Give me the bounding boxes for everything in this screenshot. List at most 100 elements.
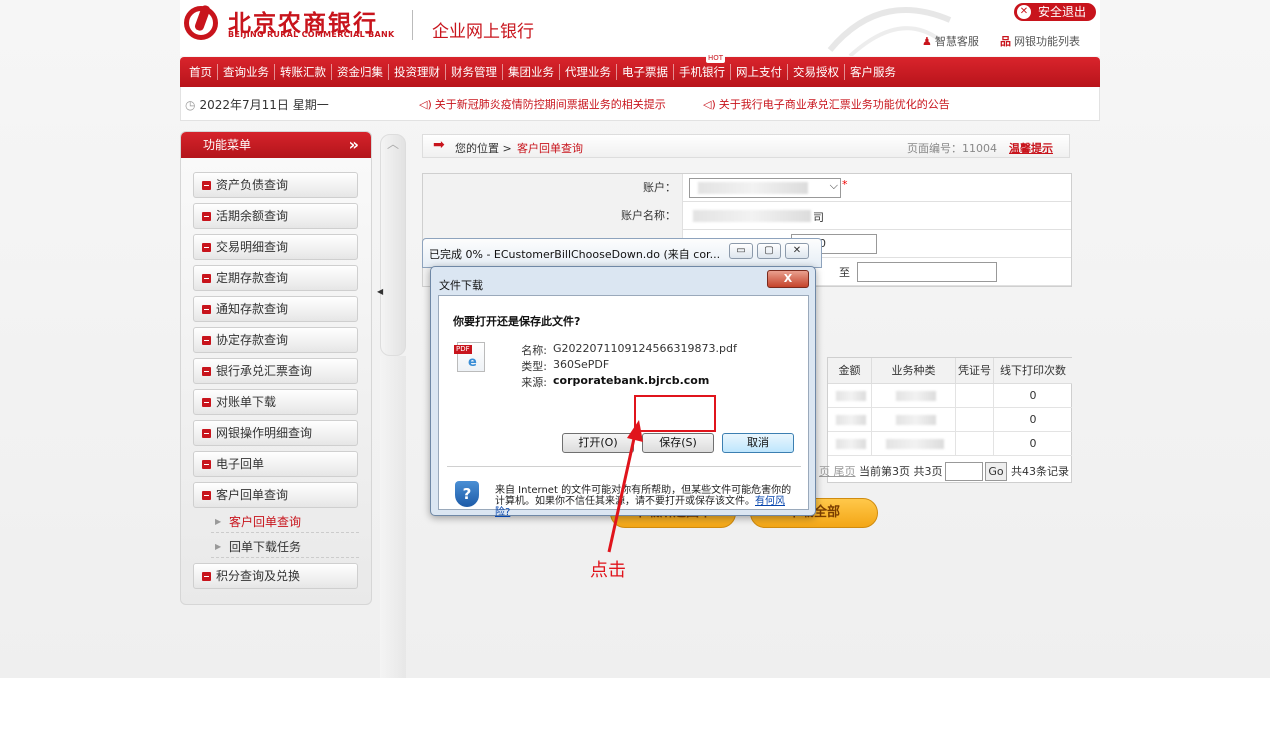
- clock-icon: ◷: [185, 98, 196, 112]
- page-header: 北京农商银行 BEIJING RURAL COMMERCIAL BANK 企业网…: [180, 0, 1100, 56]
- sidebar-item-operation-detail[interactable]: 网银操作明细查询: [193, 420, 358, 446]
- blurred-account: [698, 182, 808, 194]
- blurred-type: [886, 439, 944, 449]
- sidebar-item-points[interactable]: 积分查询及兑换: [193, 563, 358, 589]
- nav-item-group[interactable]: 集团业务: [503, 64, 560, 80]
- nav-item-finance[interactable]: 财务管理: [446, 64, 503, 80]
- collapse-square-icon: [202, 336, 211, 345]
- nav-item-online-pay[interactable]: 网上支付: [731, 64, 788, 80]
- triangle-right-icon: ▶: [215, 517, 222, 526]
- sidebar-title: 功能菜单: [203, 138, 252, 152]
- column-header-voucher-no: 凭证号: [956, 358, 994, 384]
- nav-item-mobile-label: 手机银行: [679, 65, 725, 79]
- print-count-cell: 0: [994, 384, 1072, 408]
- file-source-value: corporatebank.bjrcb.com: [553, 374, 710, 387]
- function-sidebar: 功能菜单 » 资产负债查询 活期余额查询 交易明细查询 定期存款查询 通知存款查…: [180, 131, 372, 605]
- column-header-amount: 金额: [828, 358, 872, 384]
- sidebar-item-demand-balance[interactable]: 活期余额查询: [193, 203, 358, 229]
- sidebar-item-e-receipt[interactable]: 电子回单: [193, 451, 358, 477]
- total-records: 共43条记录: [1011, 465, 1069, 478]
- sitemap-icon: 品: [1000, 35, 1011, 48]
- sidebar-item-label: 积分查询及兑换: [216, 569, 301, 583]
- collapse-square-icon: [202, 572, 211, 581]
- security-shield-icon: ?: [455, 481, 479, 507]
- nav-item-query[interactable]: 查询业务: [218, 64, 275, 80]
- sidebar-subitem-receipt-query[interactable]: ▶ 客户回单查询: [211, 511, 359, 533]
- blurred-type: [896, 415, 936, 425]
- last-page-link[interactable]: 页 尾页: [819, 461, 856, 483]
- sidebar-item-transaction-detail[interactable]: 交易明细查询: [193, 234, 358, 260]
- collapse-square-icon: [202, 367, 211, 376]
- bank-logo-icon: [184, 6, 218, 40]
- nav-item-cash-pool[interactable]: 资金归集: [332, 64, 389, 80]
- nav-item-e-bill[interactable]: 电子票据: [617, 64, 674, 80]
- sidebar-item-label: 对账单下载: [216, 395, 277, 409]
- page-jump-input[interactable]: [945, 462, 983, 481]
- nav-item-agency[interactable]: 代理业务: [560, 64, 617, 80]
- account-select[interactable]: ⌵: [689, 178, 841, 198]
- bank-name-en: BEIJING RURAL COMMERCIAL BANK: [228, 30, 395, 39]
- account-name-label: 账户名称：: [423, 202, 683, 230]
- dialog-close-button[interactable]: X: [767, 270, 809, 288]
- sidebar-subitem-download-task[interactable]: ▶ 回单下载任务: [211, 536, 359, 558]
- speaker-icon: ◁): [703, 98, 716, 111]
- file-source-label: 来源:: [521, 376, 547, 389]
- go-button[interactable]: Go: [985, 462, 1007, 481]
- pagination: 页 尾页 当前第3页 共3页 Go 共43条记录: [819, 461, 1072, 483]
- double-chevron-icon[interactable]: »: [349, 132, 359, 158]
- blurred-account-name: [693, 210, 811, 222]
- nav-item-invest[interactable]: 投资理财: [389, 64, 446, 80]
- download-progress-window: 已完成 0% - ECustomerBillChooseDown.do (来自 …: [422, 238, 822, 268]
- pdf-badge: PDF: [454, 345, 472, 354]
- sidebar-item-notice-deposit[interactable]: 通知存款查询: [193, 296, 358, 322]
- nav-item-service[interactable]: 客户服务: [845, 64, 901, 80]
- screenshot-stage: 北京农商银行 BEIJING RURAL COMMERCIAL BANK 企业网…: [0, 0, 1270, 741]
- range-end-input[interactable]: [857, 262, 997, 282]
- cancel-button[interactable]: 取消: [722, 433, 794, 453]
- sidebar-item-time-deposit[interactable]: 定期存款查询: [193, 265, 358, 291]
- service-link[interactable]: ♟ 智慧客服: [922, 33, 979, 49]
- table-cell: [872, 432, 956, 456]
- feature-list-label: 网银功能列表: [1014, 35, 1080, 48]
- maximize-button[interactable]: ▢: [757, 243, 781, 259]
- notice-bar: ◷ 2022年7月11日 星期一 ◁) 关于新冠肺炎疫情防控期间票据业务的相关提示 …: [180, 87, 1100, 121]
- logout-button[interactable]: ✕ 安全退出: [1014, 3, 1097, 21]
- blurred-amount: [836, 415, 866, 425]
- nav-item-authorize[interactable]: 交易授权: [788, 64, 845, 80]
- pdf-file-icon: PDF e: [454, 342, 485, 372]
- sidebar-item-balance-sheet[interactable]: 资产负债查询: [193, 172, 358, 198]
- nav-item-home[interactable]: 首页: [184, 64, 218, 80]
- header-divider: [412, 10, 413, 40]
- sidebar-header: 功能菜单 »: [181, 132, 371, 158]
- sidebar-collapse-handle[interactable]: ︿ ◀: [377, 134, 406, 356]
- person-icon: ♟: [922, 35, 932, 48]
- file-name-value: G20220711091245663198​73.pdf: [553, 342, 737, 355]
- account-name-row: 账户名称： 司: [423, 202, 1071, 230]
- print-count-cell: 0: [994, 432, 1072, 456]
- bank-page: 北京农商银行 BEIJING RURAL COMMERCIAL BANK 企业网…: [0, 0, 1270, 678]
- notice-link-1[interactable]: ◁) 关于新冠肺炎疫情防控期间票据业务的相关提示: [419, 96, 666, 112]
- sidebar-item-bank-acceptance[interactable]: 银行承兑汇票查询: [193, 358, 358, 384]
- blurred-type: [896, 391, 936, 401]
- sidebar-item-statement-download[interactable]: 对账单下载: [193, 389, 358, 415]
- sidebar-strip: [380, 356, 406, 678]
- collapse-square-icon: [202, 491, 211, 500]
- nav-item-mobile[interactable]: HOT 手机银行: [674, 54, 731, 80]
- table-cell: [956, 408, 994, 432]
- feature-list-link[interactable]: 品网银功能列表: [1000, 33, 1080, 49]
- browser-e-icon: e: [468, 355, 477, 370]
- nav-item-transfer[interactable]: 转账汇款: [275, 64, 332, 80]
- progress-window-title: 已完成 0% - ECustomerBillChooseDown.do (来自 …: [429, 248, 721, 261]
- dialog-question: 你要打开还是保存此文件?: [453, 315, 581, 328]
- minimize-button[interactable]: ▭: [729, 243, 753, 259]
- collapse-square-icon: [202, 181, 211, 190]
- breadcrumb-current: 客户回单查询: [517, 142, 583, 155]
- table-cell: [956, 384, 994, 408]
- sidebar-item-receipt-query[interactable]: 客户回单查询: [193, 482, 358, 508]
- notice-link-2-text: 关于我行电子商业承兑汇票业务功能优化的公告: [718, 98, 950, 111]
- sidebar-item-label: 协定存款查询: [216, 333, 289, 347]
- sidebar-item-agreement-deposit[interactable]: 协定存款查询: [193, 327, 358, 353]
- close-button[interactable]: ✕: [785, 243, 809, 259]
- notice-link-2[interactable]: ◁) 关于我行电子商业承兑汇票业务功能优化的公告: [703, 96, 950, 112]
- tips-link[interactable]: 温馨提示: [1009, 140, 1053, 156]
